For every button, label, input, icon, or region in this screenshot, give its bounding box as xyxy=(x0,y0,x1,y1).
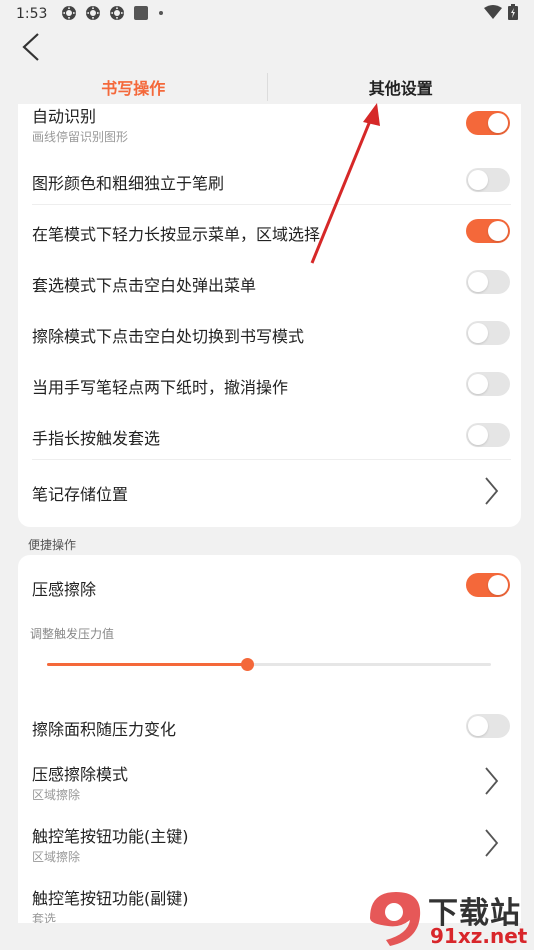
tab-bar: 书写操作 其他设置 xyxy=(0,70,534,104)
setting-row-storage-location[interactable]: 笔记存储位置 xyxy=(18,460,521,520)
wifi-icon xyxy=(484,5,502,23)
setting-label: 压感擦除模式 xyxy=(32,765,129,784)
setting-sub: 区域擦除 xyxy=(32,788,81,802)
pressure-slider[interactable] xyxy=(47,658,491,671)
setting-sub: 区域擦除 xyxy=(32,850,81,864)
setting-label: 触控笔按钮功能(副键) xyxy=(32,889,189,908)
toggle-knob xyxy=(468,374,488,394)
toggle-switch[interactable] xyxy=(466,270,510,294)
toggle-knob xyxy=(468,323,488,343)
setting-row-pressure-erase[interactable]: 压感擦除 xyxy=(18,555,521,615)
toggle-switch[interactable] xyxy=(466,714,510,738)
toggle-switch[interactable] xyxy=(466,372,510,396)
watermark-logo-icon xyxy=(370,892,421,946)
setting-row-area-pressure[interactable]: 擦除面积随压力变化 xyxy=(18,700,521,750)
tab-writing-operation[interactable]: 书写操作 xyxy=(0,75,267,99)
status-bar: 1:53 xyxy=(0,0,534,28)
watermark-logo: 下载站 91xz.net xyxy=(360,888,534,950)
slider-fill xyxy=(47,663,247,666)
setting-row-long-press-menu[interactable]: 在笔模式下轻力长按显示菜单，区域选择 xyxy=(18,205,521,256)
status-time: 1:53 xyxy=(16,6,48,22)
toggle-switch[interactable] xyxy=(466,321,510,345)
section-title-quick-operations: 便捷操作 xyxy=(28,538,77,552)
setting-label: 图形颜色和粗细独立于笔刷 xyxy=(32,174,225,193)
tab-other-settings[interactable]: 其他设置 xyxy=(268,75,534,99)
setting-row-auto-recognize[interactable]: 自动识别 画线停留识别图形 xyxy=(18,104,521,154)
toggle-switch[interactable] xyxy=(466,168,510,192)
setting-label: 在笔模式下轻力长按显示菜单，区域选择 xyxy=(32,225,321,244)
toggle-knob xyxy=(488,575,508,595)
toggle-knob xyxy=(488,113,508,133)
chevron-right-icon xyxy=(485,767,499,795)
square-icon xyxy=(133,5,149,24)
setting-row-erase-mode[interactable]: 压感擦除模式 区域擦除 xyxy=(18,750,521,812)
setting-label: 笔记存储位置 xyxy=(32,485,129,504)
toggle-knob xyxy=(468,170,488,190)
chevron-right-icon xyxy=(485,829,499,857)
settings-icon xyxy=(61,5,77,24)
toggle-knob xyxy=(468,716,488,736)
setting-label: 手指长按触发套选 xyxy=(32,429,161,448)
setting-row-finger-lasso[interactable]: 手指长按触发套选 xyxy=(18,409,521,460)
setting-label: 自动识别 xyxy=(32,107,97,126)
toggle-knob xyxy=(468,272,488,292)
setting-label: 当用手写笔轻点两下纸时，撤消操作 xyxy=(32,378,289,397)
toggle-knob xyxy=(488,221,508,241)
battery-icon xyxy=(508,4,518,24)
back-arrow-icon xyxy=(22,33,39,61)
status-right xyxy=(484,4,518,24)
quick-operations-card: 压感擦除 调整触发压力值 擦除面积随压力变化 压感擦除模式 区域擦除 触控笔按钮… xyxy=(18,555,521,923)
watermark-url: 91xz.net xyxy=(430,924,528,948)
slider-thumb[interactable] xyxy=(240,658,254,671)
toggle-switch[interactable] xyxy=(466,219,510,243)
toggle-knob xyxy=(468,425,488,445)
setting-label: 擦除模式下点击空白处切换到书写模式 xyxy=(32,327,305,346)
toggle-switch[interactable] xyxy=(466,111,510,135)
settings-icon xyxy=(109,5,125,24)
setting-row-primary-button[interactable]: 触控笔按钮功能(主键) 区域擦除 xyxy=(18,812,521,874)
setting-row-lasso-popup[interactable]: 套选模式下点击空白处弹出菜单 xyxy=(18,256,521,307)
setting-label: 擦除面积随压力变化 xyxy=(32,720,177,739)
setting-row-double-tap-undo[interactable]: 当用手写笔轻点两下纸时，撤消操作 xyxy=(18,358,521,409)
toggle-switch[interactable] xyxy=(466,423,510,447)
dot-icon xyxy=(157,5,165,24)
setting-row-shape-style-independent[interactable]: 图形颜色和粗细独立于笔刷 xyxy=(18,154,521,205)
toggle-switch[interactable] xyxy=(466,573,510,597)
chevron-right-icon xyxy=(485,477,499,505)
setting-sub: 套选 xyxy=(32,912,57,923)
setting-sub: 画线停留识别图形 xyxy=(32,130,129,144)
slider-label: 调整触发压力值 xyxy=(30,627,115,641)
writing-settings-card: 自动识别 画线停留识别图形 图形颜色和粗细独立于笔刷 在笔模式下轻力长按显示菜单… xyxy=(18,104,521,527)
back-button[interactable] xyxy=(14,30,48,64)
settings-icon xyxy=(85,5,101,24)
setting-row-erase-switch[interactable]: 擦除模式下点击空白处切换到书写模式 xyxy=(18,307,521,358)
setting-row-pressure-threshold: 调整触发压力值 xyxy=(18,615,521,700)
setting-label: 触控笔按钮功能(主键) xyxy=(32,827,189,846)
setting-label: 压感擦除 xyxy=(32,580,97,599)
setting-label: 套选模式下点击空白处弹出菜单 xyxy=(32,276,257,295)
